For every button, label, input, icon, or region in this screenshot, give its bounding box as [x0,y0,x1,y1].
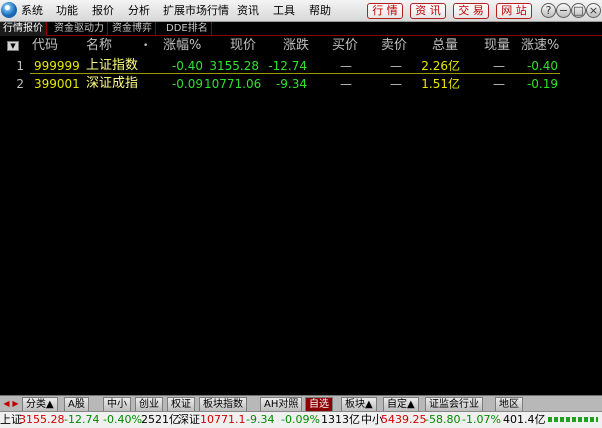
menu-help[interactable]: 帮助 [309,3,331,19]
menu-bar: 系统 功能 报价 分析 扩展市场行情 资讯 工具 帮助 行 情 资 讯 交 易 … [0,0,602,22]
minimize-icon[interactable]: − [556,3,571,18]
sme-index-price: 5439.25 [381,413,427,426]
sz-index-pct: -0.09% [281,413,320,426]
sh-index-amount: 2521亿 [141,413,180,426]
bid-price: — [340,77,352,91]
tab-dde-rank[interactable]: DDE排名 [163,22,212,36]
app-logo-icon [1,2,17,18]
menu-quote[interactable]: 报价 [92,3,114,19]
tab-quote[interactable]: 行情报价 [0,22,47,36]
change: -9.34 [275,77,307,91]
ask-price: — [390,77,402,91]
sort-dropdown-icon[interactable]: ▼ [7,41,19,51]
change-speed: -0.19 [526,77,558,91]
sme-index-pct: -1.07% [462,413,501,426]
stock-name: 深证成指 [86,76,139,91]
tab-sector-index[interactable]: 板块指数 [199,397,247,411]
sz-index-price: 10771.1 [200,413,246,426]
sh-index-pct: -0.40% [103,413,142,426]
col-header-current-volume[interactable]: 现量 [484,38,510,54]
col-header-change[interactable]: 涨跌 [283,38,309,54]
stock-name: 上证指数 [86,58,139,73]
menu-extended-market[interactable]: 扩展市场行情 [163,3,229,19]
tab-custom[interactable]: 自定▲ [383,397,419,411]
sh-index-price: 3155.28 [19,413,65,426]
tab-csrc-industry[interactable]: 证监会行业 [425,397,483,411]
tab-chinext[interactable]: 创业 [135,397,163,411]
tab-sme[interactable]: 中小 [103,397,131,411]
col-header-change-pct[interactable]: 涨幅% [163,38,201,54]
col-header-marker: • [143,41,149,51]
menu-analysis[interactable]: 分析 [128,3,150,19]
help-icon[interactable]: ? [541,3,556,18]
sme-index-change: -58.80 [425,413,461,426]
row-index: 1 [16,59,24,73]
row-divider [30,73,560,74]
sme-index-label: 中小 [361,413,383,426]
sme-index-amount: 401.4亿 [503,413,546,426]
tab-sectors[interactable]: 板块▲ [341,397,377,411]
bottom-tab-bar: ◀ ▶ 分类▲ A股 中小 创业 权证 板块指数 AH对照 自选 板块▲ 自定▲… [0,395,602,411]
tab-capital-drive[interactable]: 资金驱动力 [51,22,108,36]
col-header-code[interactable]: 代码 [32,38,58,54]
col-header-speed[interactable]: 涨速% [521,38,559,54]
market-button[interactable]: 行 情 [367,3,403,19]
tab-watchlist[interactable]: 自选 [305,397,333,411]
col-header-bid[interactable]: 买价 [332,38,358,54]
current-volume: — [493,77,505,91]
menu-system[interactable]: 系统 [21,3,43,19]
sh-index-change: -12.74 [64,413,100,426]
col-header-price[interactable]: 现价 [230,38,256,54]
sz-index-change: -9.34 [246,413,275,426]
tab-warrants[interactable]: 权证 [167,397,195,411]
menu-tools[interactable]: 工具 [273,3,295,19]
scroll-left-icon[interactable]: ◀ [2,398,11,409]
tab-ah-compare[interactable]: AH对照 [260,397,303,411]
connection-status-icon [548,417,598,422]
top-tabs: 行情报价 资金驱动力 资金博弈 DDE排名 [0,22,602,36]
row-index: 2 [16,77,24,91]
stock-code: 399001 [34,77,80,91]
close-icon[interactable]: × [586,3,601,18]
menu-function[interactable]: 功能 [56,3,78,19]
col-header-name[interactable]: 名称 [86,38,112,54]
tab-category[interactable]: 分类▲ [22,397,58,411]
change-pct: -0.09 [171,77,203,91]
trade-button[interactable]: 交 易 [453,3,489,19]
tab-region[interactable]: 地区 [495,397,523,411]
sz-index-amount: 1313亿 [321,413,360,426]
col-header-ask[interactable]: 卖价 [381,38,407,54]
tab-capital-game[interactable]: 资金博弈 [109,22,156,36]
total-volume: 1.51亿 [421,77,460,91]
col-header-volume[interactable]: 总量 [432,38,458,54]
tab-a-shares[interactable]: A股 [64,397,89,411]
scroll-right-icon[interactable]: ▶ [11,398,20,409]
sz-index-label: 深证 [178,413,200,426]
status-bar: 上证 3155.28 -12.74 -0.40% 2521亿 深证 10771.… [0,411,602,428]
website-button[interactable]: 网 站 [496,3,532,19]
price: 10771.06 [204,77,262,91]
menu-news[interactable]: 资讯 [237,3,259,19]
maximize-icon[interactable]: □ [571,3,586,18]
news-button[interactable]: 资 讯 [410,3,446,19]
